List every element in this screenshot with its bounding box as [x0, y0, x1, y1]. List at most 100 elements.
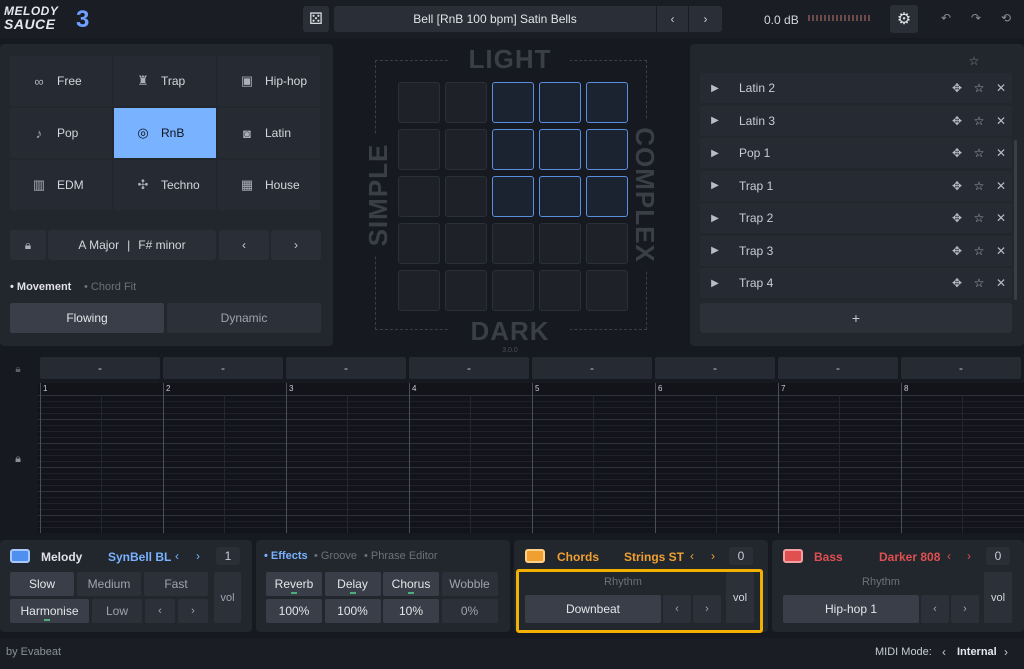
preset-row[interactable]: ▶ Trap 2 ✥ ☆ ✕ — [700, 203, 1012, 233]
bass-rhythm-prev[interactable]: ‹ — [921, 595, 949, 623]
close-icon[interactable]: ✕ — [990, 114, 1012, 128]
movement-flowing-button[interactable]: Flowing — [10, 303, 164, 333]
bass-rhythm-next[interactable]: › — [951, 595, 979, 623]
pad-cell[interactable] — [398, 176, 440, 217]
melody-octave[interactable]: 1 — [216, 547, 240, 565]
preset-row[interactable]: ▶ Trap 4 ✥ ☆ ✕ — [700, 268, 1012, 298]
pad-cell[interactable] — [492, 82, 534, 123]
midi-mode-value[interactable]: Internal — [957, 646, 997, 658]
key-prev-button[interactable]: ‹ — [219, 230, 269, 260]
tab-chord-fit[interactable]: • Chord Fit — [84, 281, 136, 293]
move-icon[interactable]: ✥ — [946, 114, 968, 128]
pad-cell[interactable] — [586, 129, 628, 170]
star-icon[interactable]: ☆ — [968, 211, 990, 225]
chord-slot[interactable]: - — [655, 357, 775, 379]
key-lock-button[interactable]: 🔒︎ — [10, 230, 46, 260]
preset-row[interactable]: ▶ Latin 3 ✥ ☆ ✕ — [700, 105, 1012, 136]
close-icon[interactable]: ✕ — [990, 211, 1012, 225]
melody-vol-knob[interactable]: vol — [214, 572, 241, 623]
genre-trap-button[interactable]: ♜ Trap — [114, 56, 216, 106]
close-icon[interactable]: ✕ — [990, 179, 1012, 193]
bass-inst-next[interactable]: › — [967, 549, 971, 563]
chords-vol-knob[interactable]: vol — [726, 572, 754, 623]
genre-hip-hop-button[interactable]: ▣ Hip-hop — [218, 56, 320, 106]
pad-cell[interactable] — [398, 223, 440, 264]
next-preset-button[interactable]: › — [688, 6, 722, 32]
genre-latin-button[interactable]: ◙ Latin — [218, 108, 320, 158]
star-icon[interactable]: ☆ — [968, 276, 990, 290]
chord-slot[interactable]: - — [286, 357, 406, 379]
favorites-filter-button[interactable]: ☆ — [964, 52, 984, 70]
redo-button[interactable]: ↷ — [966, 8, 986, 28]
pad-cell[interactable] — [539, 176, 581, 217]
pad-cell[interactable] — [586, 176, 628, 217]
chord-slot[interactable]: - — [409, 357, 529, 379]
roll-lock-button[interactable]: 🔒︎ — [8, 450, 28, 468]
pad-cell[interactable] — [586, 270, 628, 311]
pad-cell[interactable] — [539, 270, 581, 311]
move-icon[interactable]: ✥ — [946, 81, 968, 95]
randomize-button[interactable]: ⚄ — [303, 6, 329, 32]
chords-inst-next[interactable]: › — [711, 549, 715, 563]
speed-slow-button[interactable]: Slow — [10, 572, 74, 596]
chords-instrument[interactable]: Strings ST — [624, 550, 684, 564]
star-icon[interactable]: ☆ — [968, 179, 990, 193]
undo-button[interactable]: ↶ — [936, 8, 956, 28]
play-icon[interactable]: ▶ — [700, 278, 730, 289]
preset-bar[interactable]: Bell [RnB 100 bpm] Satin Bells ‹ › — [334, 6, 722, 32]
pad-cell[interactable] — [398, 82, 440, 123]
pad-cell[interactable] — [492, 176, 534, 217]
key-selector[interactable]: A Major | F# minor — [48, 230, 216, 260]
pad-cell[interactable] — [492, 129, 534, 170]
bass-inst-prev[interactable]: ‹ — [947, 549, 951, 563]
chords-octave[interactable]: 0 — [729, 547, 753, 565]
effect-chorus-value[interactable]: 10% — [383, 599, 439, 623]
play-icon[interactable]: ▶ — [700, 245, 730, 256]
melody-toggle[interactable] — [10, 549, 30, 563]
star-icon[interactable]: ☆ — [968, 244, 990, 258]
harmonise-prev[interactable]: ‹ — [145, 599, 175, 623]
chords-rhythm-next[interactable]: › — [693, 595, 721, 623]
close-icon[interactable]: ✕ — [990, 81, 1012, 95]
pad-cell[interactable] — [445, 176, 487, 217]
pad-cell[interactable] — [539, 223, 581, 264]
speed-fast-button[interactable]: Fast — [144, 572, 208, 596]
pad-cell[interactable] — [445, 82, 487, 123]
pad-cell[interactable] — [445, 223, 487, 264]
genre-techno-button[interactable]: ✣ Techno — [114, 160, 216, 210]
play-icon[interactable]: ▶ — [700, 115, 730, 126]
settings-button[interactable]: ⚙ — [890, 5, 918, 33]
pad-cell[interactable] — [586, 82, 628, 123]
close-icon[interactable]: ✕ — [990, 276, 1012, 290]
effect-delay-value[interactable]: 100% — [324, 599, 381, 623]
star-icon[interactable]: ☆ — [968, 146, 990, 160]
pad-cell[interactable] — [492, 270, 534, 311]
melody-inst-next[interactable]: › — [196, 549, 200, 563]
prev-preset-button[interactable]: ‹ — [656, 6, 688, 32]
midi-prev[interactable]: ‹ — [942, 645, 946, 659]
genre-house-button[interactable]: ▦ House — [218, 160, 320, 210]
harmonise-next[interactable]: › — [178, 599, 208, 623]
move-icon[interactable]: ✥ — [946, 211, 968, 225]
tab-phrase-editor[interactable]: • Phrase Editor — [364, 550, 438, 562]
bass-vol-knob[interactable]: vol — [984, 572, 1012, 623]
chord-slot[interactable]: - — [778, 357, 898, 379]
chord-slot[interactable]: - — [532, 357, 652, 379]
genre-free-button[interactable]: ∞ Free — [10, 56, 112, 106]
star-icon[interactable]: ☆ — [968, 81, 990, 95]
melody-inst-prev[interactable]: ‹ — [175, 549, 179, 563]
melody-instrument[interactable]: SynBell BL — [108, 550, 171, 564]
close-icon[interactable]: ✕ — [990, 146, 1012, 160]
pad-cell[interactable] — [539, 129, 581, 170]
chord-slot[interactable]: - — [163, 357, 283, 379]
add-preset-button[interactable]: + — [700, 303, 1012, 333]
bass-instrument[interactable]: Darker 808 — [879, 550, 940, 564]
preset-row[interactable]: ▶ Pop 1 ✥ ☆ ✕ — [700, 138, 1012, 168]
tab-groove[interactable]: • Groove — [314, 550, 357, 562]
chords-inst-prev[interactable]: ‹ — [690, 549, 694, 563]
play-icon[interactable]: ▶ — [700, 213, 730, 224]
chords-rhythm-select[interactable]: Downbeat — [525, 595, 661, 623]
tab-movement[interactable]: • Movement — [10, 281, 71, 293]
play-icon[interactable]: ▶ — [700, 148, 730, 159]
harmonise-level[interactable]: Low — [92, 599, 142, 623]
